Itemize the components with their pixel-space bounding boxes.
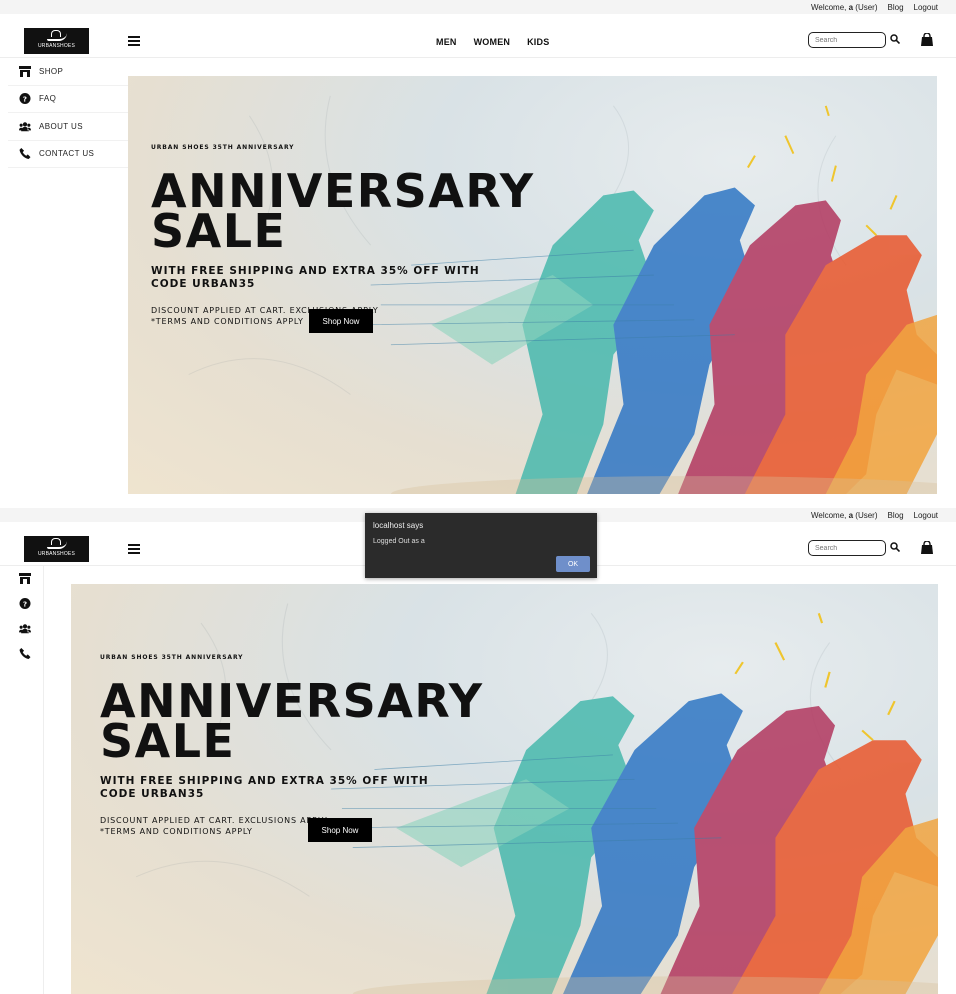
blog-link[interactable]: Blog xyxy=(888,511,904,520)
dialog-message: Logged Out as a xyxy=(373,538,425,545)
sidebar: SHOP FAQ ABOUT US CONTACT US xyxy=(8,58,128,168)
brand-logo[interactable]: URBANSHOES xyxy=(24,536,89,562)
search-input[interactable] xyxy=(808,540,886,556)
hero-headline: ANNIVERSARY SALE xyxy=(151,164,535,258)
sidebar-item-faq[interactable]: FAQ xyxy=(8,86,128,113)
users-icon xyxy=(19,623,31,634)
search-icon[interactable] xyxy=(890,34,900,44)
hero-banner: URBAN SHOES 35TH ANNIVERSARY ANNIVERSARY… xyxy=(71,584,938,994)
dialog-title: localhost says xyxy=(373,521,424,530)
logo-text: URBANSHOES xyxy=(37,551,75,557)
shopping-bag-icon[interactable] xyxy=(921,33,933,46)
screenshot-logged-out-alert: Welcome, a (User) Blog Logout URBANSHOES… xyxy=(0,508,956,994)
dialog-ok-button[interactable]: OK xyxy=(556,556,590,572)
sidebar-item-shop[interactable]: SHOP xyxy=(8,58,128,86)
shopping-bag-icon[interactable] xyxy=(921,541,933,554)
sidebar-item-label: FAQ xyxy=(39,94,57,104)
hero-headline: ANNIVERSARY SALE xyxy=(100,674,484,768)
users-icon xyxy=(19,121,31,132)
hero-tagline: WITH FREE SHIPPING AND EXTRA 35% OFF WIT… xyxy=(151,265,480,290)
blog-link[interactable]: Blog xyxy=(888,3,904,12)
sidebar-item-contact-us[interactable] xyxy=(8,641,43,666)
brand-logo[interactable]: URBANSHOES xyxy=(24,28,89,54)
sidebar-collapsed xyxy=(8,566,44,994)
screenshot-logged-in: Welcome, a (User) Blog Logout URBANSHOES… xyxy=(0,0,956,500)
sidebar-item-shop[interactable] xyxy=(8,566,43,591)
site-header: URBANSHOES MEN WOMEN KIDS xyxy=(0,14,956,58)
hero-eyebrow: URBAN SHOES 35TH ANNIVERSARY xyxy=(100,654,244,661)
search-input[interactable] xyxy=(808,32,886,48)
sidebar-item-contact-us[interactable]: CONTACT US xyxy=(8,141,128,168)
shop-now-button[interactable]: Shop Now xyxy=(308,818,372,842)
welcome-text: Welcome, a (User) xyxy=(810,510,878,520)
sidebar-item-label: ABOUT US xyxy=(39,121,83,131)
hero-tagline: WITH FREE SHIPPING AND EXTRA 35% OFF WIT… xyxy=(100,775,429,800)
nav-men[interactable]: MEN xyxy=(436,37,457,47)
sidebar-item-about-us[interactable]: ABOUT US xyxy=(8,113,128,141)
logout-link[interactable]: Logout xyxy=(914,511,938,520)
shop-now-button[interactable]: Shop Now xyxy=(309,309,373,333)
sidebar-item-faq[interactable] xyxy=(8,591,43,616)
hero-fine-print: DISCOUNT APPLIED AT CART. EXCLUSIONS APP… xyxy=(100,816,328,836)
store-icon xyxy=(19,573,31,584)
hero-eyebrow: URBAN SHOES 35TH ANNIVERSARY xyxy=(151,144,295,151)
alert-dialog: localhost says Logged Out as a OK xyxy=(365,513,597,578)
logout-link[interactable]: Logout xyxy=(914,3,938,12)
sidebar-item-about-us[interactable] xyxy=(8,616,43,641)
search-icon[interactable] xyxy=(890,542,900,552)
store-icon xyxy=(19,66,31,77)
nav-women[interactable]: WOMEN xyxy=(474,37,511,47)
top-utility-bar: Welcome, a (User) Blog Logout xyxy=(0,0,956,14)
welcome-text: Welcome, a (User) xyxy=(810,2,878,12)
hero-text: URBAN SHOES 35TH ANNIVERSARY ANNIVERSARY… xyxy=(151,144,535,327)
shoe-logo-icon xyxy=(46,538,67,549)
menu-toggle-icon[interactable] xyxy=(128,36,140,46)
question-circle-icon xyxy=(19,598,31,609)
shoe-logo-icon xyxy=(46,30,67,41)
hero-text: URBAN SHOES 35TH ANNIVERSARY ANNIVERSARY… xyxy=(100,654,484,837)
main-nav: MEN WOMEN KIDS xyxy=(436,37,549,47)
logo-text: URBANSHOES xyxy=(37,43,75,49)
question-circle-icon xyxy=(19,93,31,104)
sidebar-item-label: SHOP xyxy=(39,66,64,76)
hero-banner: URBAN SHOES 35TH ANNIVERSARY ANNIVERSARY… xyxy=(128,76,937,494)
phone-icon xyxy=(19,148,31,159)
nav-kids[interactable]: KIDS xyxy=(527,37,549,47)
menu-toggle-icon[interactable] xyxy=(128,544,140,554)
phone-icon xyxy=(19,648,31,659)
sidebar-item-label: CONTACT US xyxy=(39,149,95,159)
